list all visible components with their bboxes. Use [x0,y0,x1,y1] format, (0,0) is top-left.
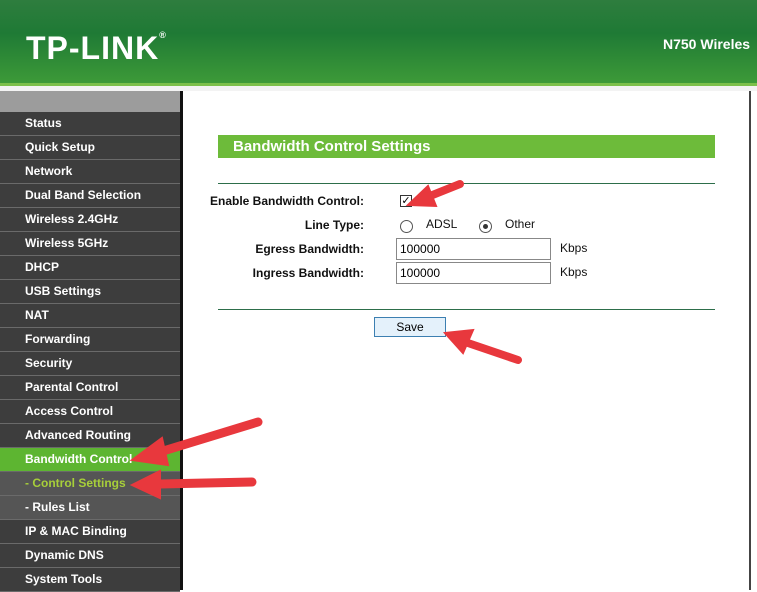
sidebar-menu: Status Quick Setup Network Dual Band Select… [0,91,183,592]
other-radio[interactable] [479,220,492,233]
other-label: Other [505,217,536,231]
divider [218,183,715,184]
sidebar-item-nat[interactable]: NAT [0,304,180,328]
sidebar-item-quick-setup[interactable]: Quick Setup [0,136,180,160]
sidebar-item-security[interactable]: Security [0,352,180,376]
enable-bandwidth-checkbox[interactable]: ✓ [400,195,412,207]
egress-bandwidth-input[interactable] [396,238,551,260]
egress-label: Egress Bandwidth: [255,242,364,256]
tp-link-logo: TP-LINK® [26,30,167,66]
adsl-label: ADSL [426,217,458,231]
line-type-label: Line Type: [304,218,364,232]
sidebar-item-advanced-routing[interactable]: Advanced Routing [0,424,180,448]
sidebar-item-wireless-5ghz[interactable]: Wireless 5GHz [0,232,180,256]
adsl-radio[interactable] [400,220,413,233]
logo-text: TP-LINK [26,30,160,66]
sidebar-item-usb-settings[interactable]: USB Settings [0,280,180,304]
sidebar-item-bandwidth-control[interactable]: Bandwidth Control [0,448,180,472]
sidebar-item-dynamic-dns[interactable]: Dynamic DNS [0,544,180,568]
sidebar-item-dual-band-selection[interactable]: Dual Band Selection [0,184,180,208]
sidebar-top-bar [0,91,180,112]
enable-bandwidth-label: Enable Bandwidth Control: [210,194,364,208]
main-panel: Bandwidth Control Settings Enable Bandwi… [186,91,751,590]
model-name: N750 Wireles [663,36,751,52]
sidebar-item-status[interactable]: Status [0,112,180,136]
sidebar-item-ip-mac-binding[interactable]: IP & MAC Binding [0,520,180,544]
sidebar-item-access-control[interactable]: Access Control [0,400,180,424]
ingress-label: Ingress Bandwidth: [252,266,364,280]
ingress-bandwidth-input[interactable] [396,262,551,284]
divider [218,309,715,310]
sidebar-item-forwarding[interactable]: Forwarding [0,328,180,352]
save-button[interactable]: Save [374,317,446,337]
page-title: Bandwidth Control Settings [218,135,715,158]
egress-unit: Kbps [560,241,588,255]
sidebar-item-network[interactable]: Network [0,160,180,184]
sidebar-item-system-tools[interactable]: System Tools [0,568,180,592]
header-banner: TP-LINK® N750 Wireles [0,0,757,86]
ingress-unit: Kbps [560,265,588,279]
sidebar-item-control-settings[interactable]: - Control Settings [0,472,180,496]
sidebar-item-dhcp[interactable]: DHCP [0,256,180,280]
sidebar-item-parental-control[interactable]: Parental Control [0,376,180,400]
sidebar-item-wireless-2-4ghz[interactable]: Wireless 2.4GHz [0,208,180,232]
sidebar-item-rules-list[interactable]: - Rules List [0,496,180,520]
